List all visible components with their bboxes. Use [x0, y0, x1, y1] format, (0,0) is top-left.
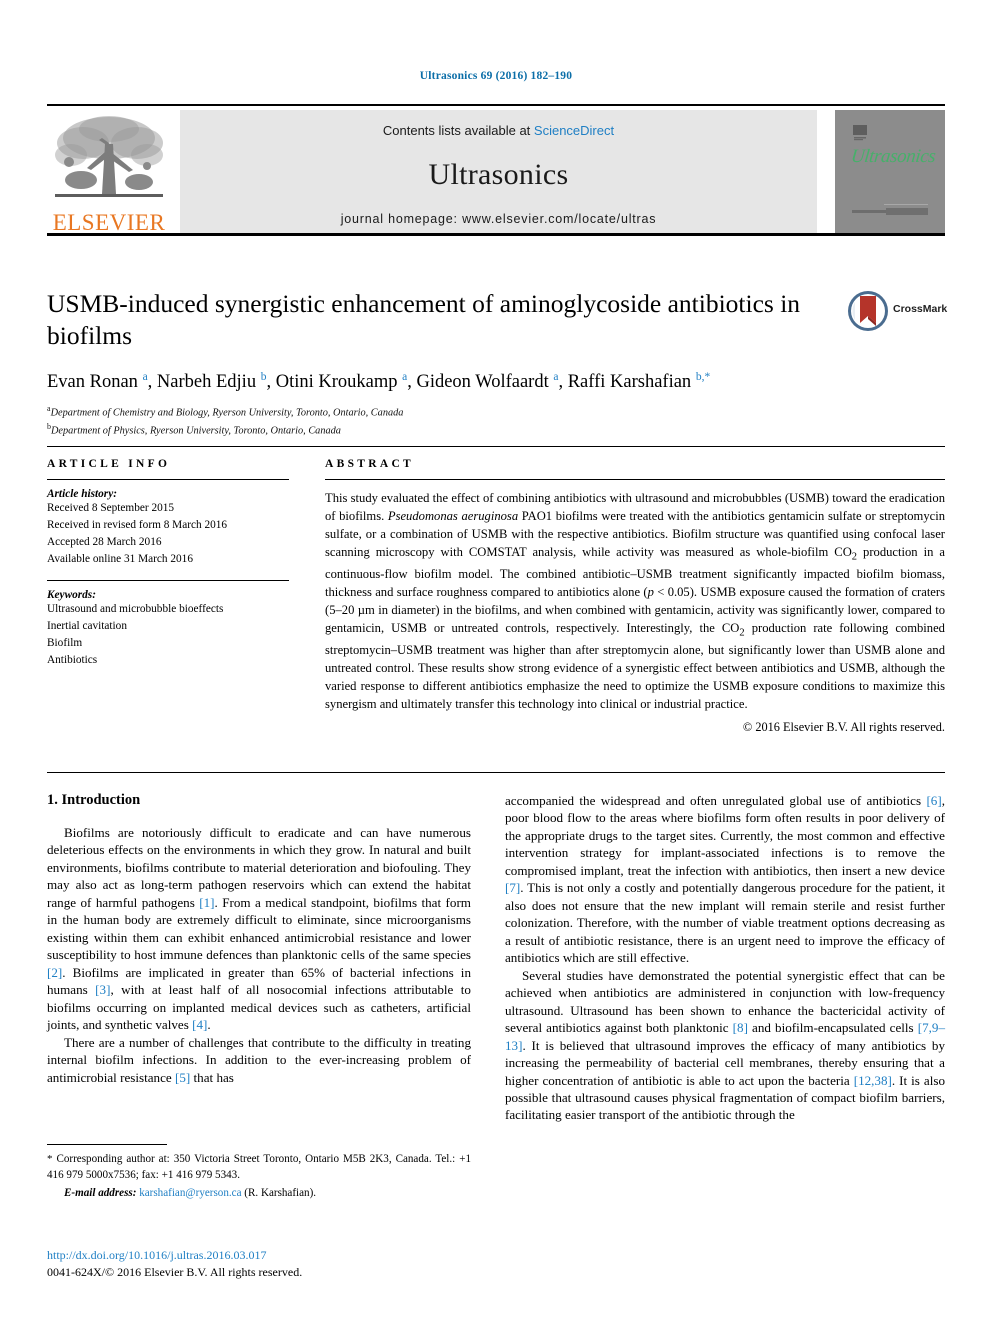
footnote-rule — [47, 1144, 167, 1145]
email-link[interactable]: karshafian@ryerson.ca — [139, 1187, 241, 1199]
paragraph: accompanied the widespread and often unr… — [505, 793, 945, 966]
paragraph: Biofilms are notoriously difficult to er… — [47, 825, 471, 1033]
email-owner: (R. Karshafian). — [244, 1186, 317, 1199]
abstract-body: This study evaluated the effect of combi… — [325, 491, 946, 712]
keyword-item: Biofilm — [47, 636, 83, 649]
email-note: E-mail address: karshafian@ryerson.ca (R… — [47, 1187, 471, 1199]
cover-footer-rule — [884, 204, 928, 205]
body-column-left: Biofilms are notoriously difficult to er… — [47, 824, 471, 1086]
affiliations: aDepartment of Chemistry and Biology, Ry… — [47, 403, 945, 440]
contents-panel: Contents lists available at ScienceDirec… — [180, 110, 817, 236]
elsevier-logo: ELSEVIER — [47, 110, 171, 236]
keyword-item: Antibiotics — [47, 653, 98, 666]
keyword-item: Inertial cavitation — [47, 619, 127, 632]
journal-article-page: Ultrasonics 69 (2016) 182–190 ELSEVIER C… — [0, 0, 992, 1323]
journal-cover-thumbnail[interactable]: Ultrasonics — [835, 110, 945, 236]
affiliation-b: bDepartment of Physics, Ryerson Universi… — [47, 421, 945, 439]
elsevier-tree-icon — [55, 116, 163, 197]
contents-prefix-text: Contents lists available at — [382, 123, 534, 138]
cover-journal-title: Ultrasonics — [849, 146, 937, 167]
article-info-rule — [47, 479, 289, 480]
issn-copyright-line: 0041-624X/© 2016 Elsevier B.V. All right… — [47, 1264, 303, 1279]
abstract-rule — [325, 479, 945, 480]
article-history-received: Received 8 September 2015 — [47, 502, 175, 514]
journal-masthead: ELSEVIER Contents lists available at Sci… — [47, 104, 945, 236]
email-label: E-mail address: — [64, 1186, 137, 1199]
abstract-copyright: © 2016 Elsevier B.V. All rights reserved… — [742, 719, 945, 734]
cover-inner: Ultrasonics — [842, 116, 938, 227]
keywords-rule — [47, 579, 289, 581]
article-info-column: ARTICLE INFO Article history: Received 8… — [47, 458, 289, 669]
corresponding-author-note: * Corresponding author at: 350 Victoria … — [47, 1153, 471, 1181]
keywords-label: Keywords: — [47, 588, 96, 601]
paragraph: There are a number of challenges that co… — [47, 1034, 471, 1085]
article-history-label: Article history: — [47, 488, 117, 500]
affiliation-text-a: Department of Chemistry and Biology, Rye… — [50, 407, 404, 419]
masthead-top-rule — [47, 104, 945, 106]
doi-link[interactable]: http://dx.doi.org/10.1016/j.ultras.2016.… — [47, 1247, 487, 1264]
author-list: Evan Ronan a, Narbeh Edjiu b, Otini Krou… — [47, 371, 711, 393]
info-section-bottom-rule — [47, 772, 945, 773]
title-block: USMB-induced synergistic enhancement of … — [47, 288, 948, 440]
journal-homepage-link[interactable]: journal homepage: www.elsevier.com/locat… — [180, 212, 817, 226]
body-column-right: accompanied the widespread and often unr… — [505, 792, 945, 1124]
info-section-top-rule — [47, 446, 945, 447]
running-head: Ultrasonics 69 (2016) 182–190 — [419, 70, 573, 82]
article-history-accepted: Accepted 28 March 2016 — [47, 535, 162, 548]
affiliation-a: aDepartment of Chemistry and Biology, Ry… — [47, 403, 945, 421]
paragraph: Several studies have demonstrated the po… — [505, 967, 945, 1123]
footnote-block: * Corresponding author at: 350 Victoria … — [47, 1144, 471, 1199]
affiliation-text-b: Department of Physics, Ryerson Universit… — [51, 425, 341, 437]
article-info-heading: ARTICLE INFO — [47, 458, 171, 470]
cover-footer-right-bar — [886, 208, 928, 215]
crossmark-icon — [848, 291, 888, 331]
journal-title: Ultrasonics — [428, 158, 569, 191]
keyword-item: Ultrasound and microbubble bioeffects — [47, 602, 224, 615]
abstract-heading: ABSTRACT — [325, 458, 415, 470]
page-title: USMB-induced synergistic enhancement of … — [47, 289, 801, 351]
contents-available-line: Contents lists available at ScienceDirec… — [180, 123, 817, 138]
crossmark-badge[interactable]: CrossMark — [847, 290, 948, 334]
section-title-introduction: 1. Introduction — [47, 792, 141, 808]
sciencedirect-link[interactable]: ScienceDirect — [534, 123, 614, 138]
doi-block: http://dx.doi.org/10.1016/j.ultras.2016.… — [47, 1247, 487, 1281]
article-history-revised: Received in revised form 8 March 2016 — [47, 518, 228, 531]
abstract-column: ABSTRACT This study evaluated the effect… — [325, 458, 945, 735]
masthead-bottom-rule — [47, 233, 945, 236]
cover-elsevier-icon — [853, 125, 867, 141]
article-history-online: Available online 31 March 2016 — [47, 552, 193, 565]
elsevier-wordmark: ELSEVIER — [52, 210, 166, 235]
crossmark-label: CrossMark — [893, 303, 948, 315]
